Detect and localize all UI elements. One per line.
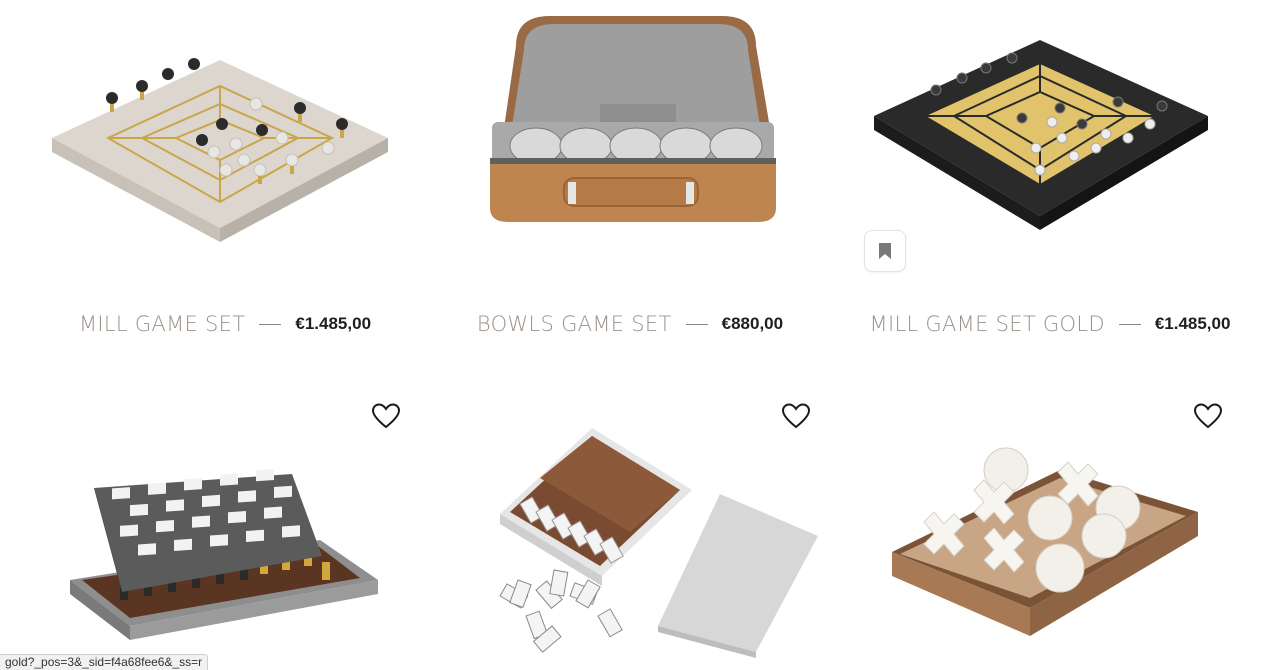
link-status-bar: gold?_pos=3&_sid=f4a68fee6&_ss=r: [0, 654, 209, 670]
product-image-domino-set[interactable]: [480, 420, 820, 660]
product-card-mill-game-set[interactable]: MILL GAME SET €1.485,00: [30, 0, 420, 350]
wishlist-button[interactable]: [780, 400, 812, 432]
product-image-mill-game-set-gold[interactable]: [850, 20, 1250, 240]
product-caption: MILL GAME SET GOLD €1.485,00: [850, 309, 1250, 339]
product-price: €1.485,00: [1154, 314, 1231, 333]
product-image-mill-game-set[interactable]: [30, 20, 420, 250]
product-card-chess-set[interactable]: [30, 390, 420, 670]
product-image-chess-set[interactable]: [60, 430, 410, 670]
product-title[interactable]: MILL GAME SET: [79, 312, 245, 336]
wishlist-button[interactable]: [1192, 400, 1224, 432]
product-title[interactable]: MILL GAME SET GOLD: [870, 312, 1105, 336]
title-price-separator: [259, 323, 282, 325]
product-title[interactable]: BOWLS GAME SET: [477, 312, 672, 336]
heart-icon: [1193, 403, 1223, 429]
heart-icon: [781, 403, 811, 429]
product-card-tic-tac-toe-set[interactable]: [850, 390, 1250, 670]
wishlist-button[interactable]: [370, 400, 402, 432]
title-price-separator: [1118, 323, 1141, 325]
product-caption: BOWLS GAME SET €880,00: [440, 309, 820, 339]
product-price: €880,00: [721, 314, 784, 333]
product-card-mill-game-set-gold[interactable]: MILL GAME SET GOLD €1.485,00: [850, 0, 1250, 350]
product-price: €1.485,00: [295, 314, 372, 333]
bookmark-button[interactable]: [864, 230, 906, 272]
product-image-tic-tac-toe-set[interactable]: [880, 440, 1220, 660]
heart-icon: [371, 403, 401, 429]
product-card-domino-set[interactable]: [440, 390, 820, 670]
bookmark-icon: [879, 243, 891, 259]
product-image-bowls-game-set[interactable]: [440, 10, 820, 230]
title-price-separator: [685, 323, 708, 325]
product-card-bowls-game-set[interactable]: BOWLS GAME SET €880,00: [440, 0, 820, 350]
product-caption: MILL GAME SET €1.485,00: [30, 309, 420, 339]
